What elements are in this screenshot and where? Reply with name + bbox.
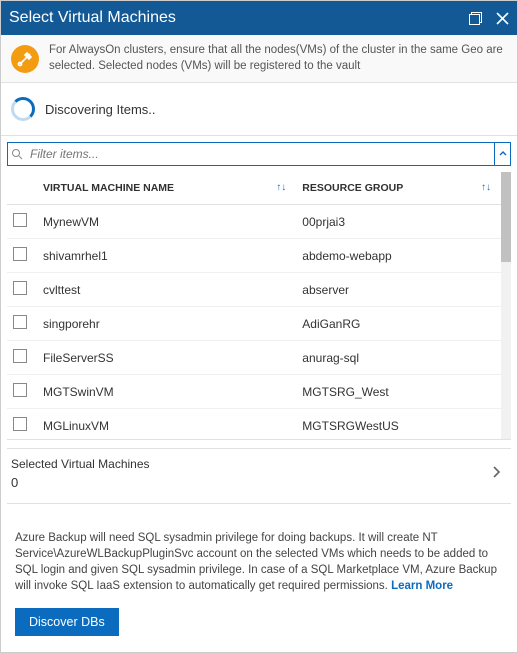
filter-bar (7, 142, 511, 166)
col-rg-label: RESOURCE GROUP (302, 182, 403, 194)
selected-count: 0 (11, 473, 150, 493)
sort-icon[interactable]: ↑↓ (276, 182, 286, 193)
row-resource-group: 00prjai3 (296, 205, 501, 239)
search-icon (8, 148, 26, 160)
restore-window-icon[interactable] (469, 12, 482, 25)
row-vm-name: MGLinuxVM (37, 409, 296, 441)
row-resource-group: anurag-sql (296, 341, 501, 375)
spinner-icon (11, 97, 35, 121)
scrollbar-thumb[interactable] (501, 172, 511, 262)
discover-dbs-button[interactable]: Discover DBs (15, 608, 119, 636)
titlebar: Select Virtual Machines (1, 1, 517, 35)
table-row[interactable]: shivamrhel1abdemo-webapp (7, 239, 501, 273)
table-row[interactable]: FileServerSSanurag-sql (7, 341, 501, 375)
info-text: For AlwaysOn clusters, ensure that all t… (49, 43, 507, 74)
chevron-right-icon[interactable] (491, 465, 507, 482)
row-checkbox[interactable] (13, 349, 27, 363)
tools-icon (11, 45, 39, 73)
filter-input[interactable] (26, 145, 494, 163)
row-resource-group: MGTSRG_West (296, 375, 501, 409)
table-row[interactable]: cvlttestabserver (7, 273, 501, 307)
row-vm-name: MynewVM (37, 205, 296, 239)
scrollbar-track[interactable] (501, 172, 511, 439)
info-banner: For AlwaysOn clusters, ensure that all t… (1, 35, 517, 83)
col-checkbox (7, 172, 37, 205)
row-checkbox[interactable] (13, 213, 27, 227)
col-vm-name[interactable]: VIRTUAL MACHINE NAME ↑↓ (37, 172, 296, 205)
vm-table: VIRTUAL MACHINE NAME ↑↓ RESOURCE GROUP ↑… (7, 172, 501, 440)
footer-text: Azure Backup will need SQL sysadmin priv… (15, 530, 503, 594)
row-resource-group: abdemo-webapp (296, 239, 501, 273)
sort-icon[interactable]: ↑↓ (481, 182, 491, 193)
footer: Azure Backup will need SQL sysadmin priv… (1, 516, 517, 652)
close-icon[interactable] (496, 12, 509, 25)
row-checkbox[interactable] (13, 315, 27, 329)
row-checkbox[interactable] (13, 383, 27, 397)
discovery-text: Discovering Items.. (45, 102, 156, 117)
row-vm-name: MGTSwinVM (37, 375, 296, 409)
row-checkbox-cell (7, 307, 37, 341)
selected-left: Selected Virtual Machines 0 (11, 455, 150, 493)
discovery-banner: Discovering Items.. (1, 83, 517, 136)
row-resource-group: MGTSRGWestUS (296, 409, 501, 441)
row-vm-name: shivamrhel1 (37, 239, 296, 273)
table-row[interactable]: MynewVM00prjai3 (7, 205, 501, 239)
table-row[interactable]: MGTSwinVMMGTSRG_West (7, 375, 501, 409)
titlebar-controls (469, 12, 509, 25)
row-checkbox[interactable] (13, 281, 27, 295)
row-checkbox-cell (7, 239, 37, 273)
row-checkbox-cell (7, 205, 37, 239)
row-checkbox-cell (7, 273, 37, 307)
vm-table-wrap: VIRTUAL MACHINE NAME ↑↓ RESOURCE GROUP ↑… (7, 172, 511, 440)
col-vm-name-label: VIRTUAL MACHINE NAME (43, 182, 174, 194)
col-resource-group[interactable]: RESOURCE GROUP ↑↓ (296, 172, 501, 205)
dialog-title: Select Virtual Machines (9, 9, 469, 27)
selected-label: Selected Virtual Machines (11, 455, 150, 473)
row-checkbox-cell (7, 375, 37, 409)
row-checkbox[interactable] (13, 247, 27, 261)
row-vm-name: singporehr (37, 307, 296, 341)
row-checkbox[interactable] (13, 417, 27, 431)
table-row[interactable]: singporehrAdiGanRG (7, 307, 501, 341)
collapse-filter-icon[interactable] (494, 143, 510, 165)
table-row[interactable]: MGLinuxVMMGTSRGWestUS (7, 409, 501, 441)
row-checkbox-cell (7, 409, 37, 441)
row-checkbox-cell (7, 341, 37, 375)
row-resource-group: AdiGanRG (296, 307, 501, 341)
row-resource-group: abserver (296, 273, 501, 307)
learn-more-link[interactable]: Learn More (391, 580, 453, 592)
row-vm-name: FileServerSS (37, 341, 296, 375)
row-vm-name: cvlttest (37, 273, 296, 307)
selected-summary[interactable]: Selected Virtual Machines 0 (7, 448, 511, 504)
